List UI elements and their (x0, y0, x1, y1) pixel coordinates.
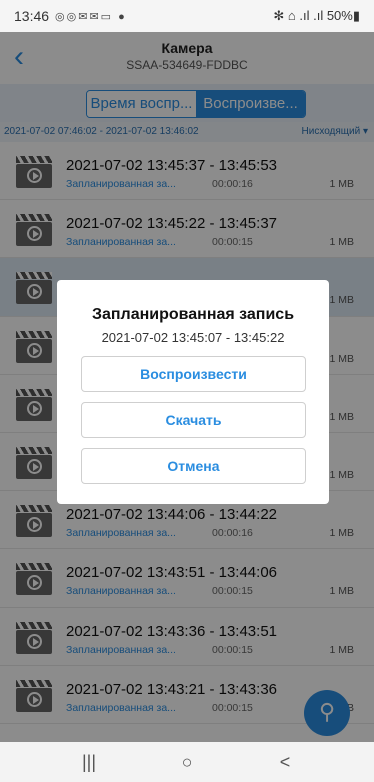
dialog-title: Запланированная запись (91, 306, 295, 323)
dialog-time-range: 2021-07-02 13:45:07 - 13:45:22 (101, 330, 285, 345)
play-button[interactable]: Воспроизвести (81, 356, 306, 392)
back-nav-button[interactable]: < (270, 752, 300, 773)
record-dialog: Запланированная запись 2021-07-02 13:45:… (57, 280, 329, 504)
cancel-button[interactable]: Отмена (81, 448, 306, 484)
recents-button[interactable]: ||| (74, 752, 104, 773)
home-button[interactable]: ○ (172, 752, 202, 773)
status-time: 13:46 (14, 8, 50, 24)
status-bar: 13:46 ◎◎✉✉▭ ● ✻ ⌂ .ıl .ıl 50%▮ (0, 0, 374, 32)
system-nav-bar: ||| ○ < (0, 742, 374, 782)
notification-icons: ◎◎✉✉▭ ● (55, 10, 127, 23)
status-right: ✻ ⌂ .ıl .ıl 50%▮ (273, 8, 360, 23)
download-button[interactable]: Скачать (81, 402, 306, 438)
